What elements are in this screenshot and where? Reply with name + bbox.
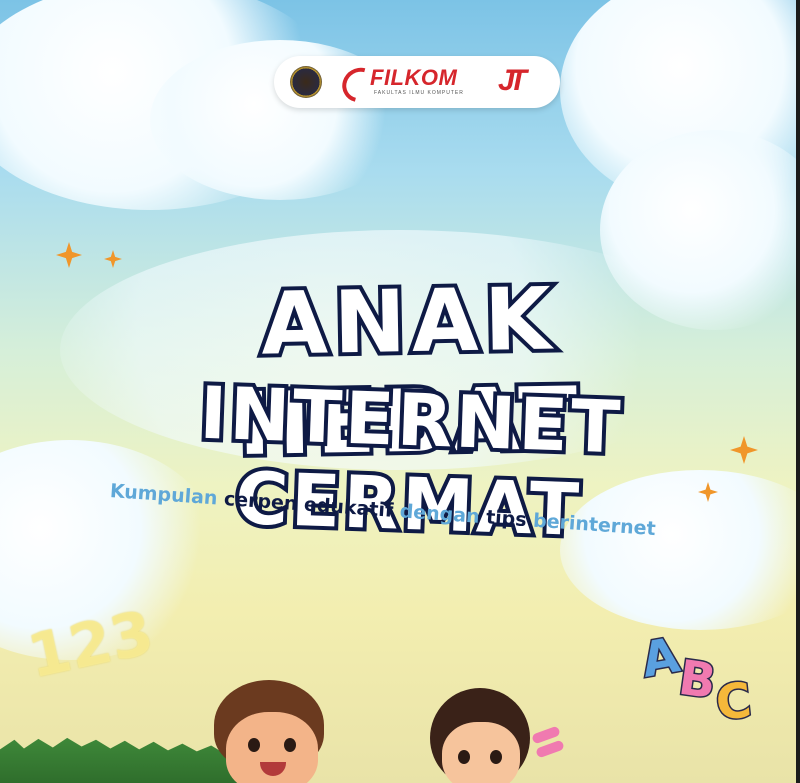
university-seal-icon — [290, 66, 322, 98]
girl-face — [442, 722, 520, 783]
jt-logo: JT — [498, 64, 527, 97]
subtitle-word: tips — [485, 506, 528, 532]
sparkle-icon — [56, 242, 82, 268]
eye-icon — [490, 750, 502, 764]
letter-c: C — [711, 671, 755, 733]
abc-letters: ABC — [636, 626, 755, 733]
eye-icon — [284, 738, 296, 752]
boy-face — [226, 712, 318, 783]
mouth — [260, 762, 286, 776]
eye-icon — [458, 750, 470, 764]
grass — [0, 737, 240, 783]
filkom-logo-subtext: FAKULTAS ILMU KOMPUTER — [374, 90, 464, 96]
edge-strip — [796, 0, 800, 783]
sparkle-icon — [104, 250, 122, 268]
eye-icon — [248, 738, 260, 752]
letter-a: A — [636, 626, 685, 691]
book-cover: FILKOM FAKULTAS ILMU KOMPUTER JT ANAK HE… — [0, 0, 800, 783]
filkom-logo-text: FILKOM — [370, 65, 458, 90]
logo-bar: FILKOM FAKULTAS ILMU KOMPUTER JT — [274, 56, 560, 109]
